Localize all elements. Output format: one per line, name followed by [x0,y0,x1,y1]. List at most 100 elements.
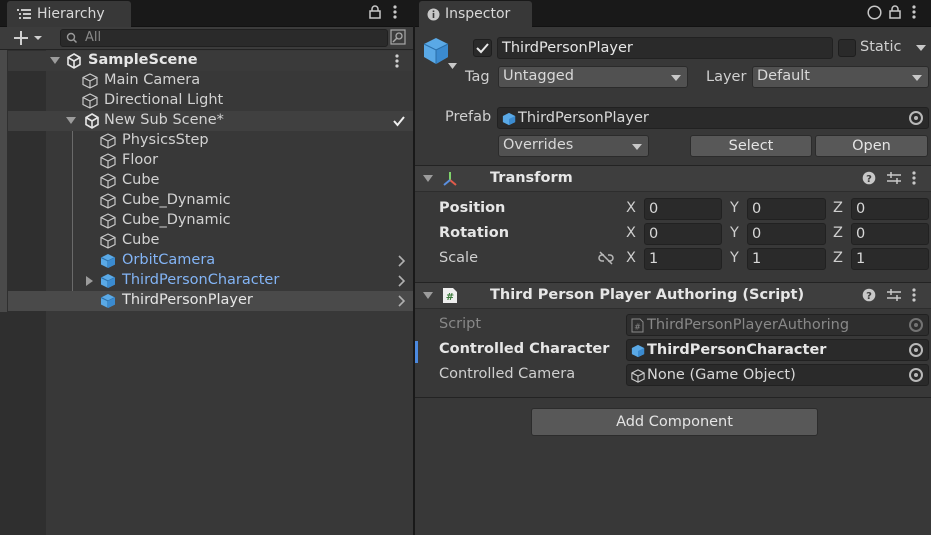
scale-y-value: 1 [752,251,762,267]
object-picker-icon[interactable] [909,343,923,357]
tab-inspector[interactable]: Inspector [419,1,532,27]
list-item[interactable]: PhysicsStep [8,131,413,151]
object-picker-icon[interactable] [909,368,923,382]
constrain-proportions-link-icon[interactable] [598,251,614,265]
position-x-field[interactable]: 0 [644,198,722,220]
chevron-right-icon[interactable] [398,275,405,287]
list-item[interactable]: Cube [8,231,413,251]
object-picker-icon[interactable] [909,111,923,125]
select-button[interactable]: Select [690,135,812,157]
axis-y-label: Y [730,250,739,266]
unity-subscene-icon [84,113,100,129]
open-button[interactable]: Open [815,135,928,157]
rotation-y-field[interactable]: 0 [747,223,826,245]
scale-y-field[interactable]: 1 [747,248,826,270]
controlled-character-value: ThirdPersonCharacter [647,342,827,358]
prefab-cube-icon [100,293,116,309]
prefab-cube-icon [100,253,116,269]
lock-icon[interactable] [369,5,381,19]
checkmark-icon [476,43,489,54]
prefab-value: ThirdPersonPlayer [518,110,649,126]
foldout-open-icon[interactable] [50,57,60,65]
chevron-down-icon [632,144,642,150]
list-item[interactable]: Floor [8,151,413,171]
script-component-header[interactable]: # Third Person Player Authoring (Script)… [415,282,931,309]
scene-more-icon[interactable] [395,54,399,68]
more-menu-icon[interactable] [912,5,916,19]
more-menu-icon[interactable] [393,5,397,19]
item-label: Cube [122,172,160,188]
static-label: Static [860,39,902,55]
csharp-script-icon: # [631,318,644,333]
controlled-character-field[interactable]: ThirdPersonCharacter [626,339,929,361]
add-component-button[interactable]: Add Component [531,408,818,436]
scene-row-samplescene[interactable]: SampleScene [8,51,413,71]
object-name-field[interactable]: ThirdPersonPlayer [497,37,833,59]
list-item[interactable]: Cube_Dynamic [8,191,413,211]
active-checkbox[interactable] [473,39,492,57]
scale-x-field[interactable]: 1 [644,248,722,270]
subscene-row[interactable]: New Sub Scene* [8,111,413,131]
list-item[interactable]: Cube_Dynamic [8,211,413,231]
list-item-prefab[interactable]: ThirdPersonCharacter [8,271,413,291]
rotation-z-field[interactable]: 0 [851,223,929,245]
svg-text:#: # [446,292,454,303]
list-item[interactable]: Main Camera [8,71,413,91]
item-label: OrbitCamera [122,252,216,268]
foldout-open-icon[interactable] [66,117,76,125]
list-item-prefab[interactable]: OrbitCamera [8,251,413,271]
list-item[interactable]: Directional Light [8,91,413,111]
subscene-checkmark-icon[interactable] [392,114,406,128]
static-dropdown-caret-icon[interactable] [916,45,926,51]
info-icon [427,8,440,21]
overrides-label: Overrides [503,137,574,153]
preset-sliders-icon[interactable] [886,171,902,185]
gameobject-cube-icon [82,93,98,109]
scale-z-field[interactable]: 1 [851,248,929,270]
prefab-label: Prefab [445,109,492,125]
prefab-asset-field[interactable]: ThirdPersonPlayer [497,107,929,129]
component-more-icon[interactable] [912,288,916,302]
hierarchy-search-input[interactable]: All [60,29,388,47]
controlled-camera-field[interactable]: None (Game Object) [626,364,929,386]
position-z-value: 0 [856,201,866,217]
add-plus-icon[interactable] [14,31,42,45]
foldout-closed-icon[interactable] [86,276,94,286]
transform-header[interactable]: Transform ? [415,165,931,192]
foldout-open-icon[interactable] [423,175,433,183]
rotation-x-field[interactable]: 0 [644,223,722,245]
prefab-large-icon[interactable] [423,37,449,65]
static-checkbox[interactable] [838,39,856,57]
debug-mode-icon[interactable] [867,5,882,20]
hierarchy-left-strip [0,50,7,312]
layer-dropdown[interactable]: Default [752,66,929,88]
inspector-tab-label: Inspector [445,6,511,22]
controlled-camera-label: Controlled Camera [439,366,576,382]
help-icon[interactable]: ? [862,288,876,302]
hierarchy-tab-label: Hierarchy [37,6,105,22]
object-picker-icon [909,318,923,332]
lock-icon[interactable] [889,5,901,19]
tab-hierarchy[interactable]: Hierarchy [7,1,131,27]
item-label: ThirdPersonCharacter [122,272,280,288]
list-item-prefab-selected[interactable]: ThirdPersonPlayer [8,291,413,311]
icon-dropdown-caret-icon[interactable] [448,63,457,69]
scale-label: Scale [439,250,479,266]
svg-text:#: # [634,323,641,332]
foldout-open-icon[interactable] [423,292,433,300]
search-by-type-icon[interactable] [390,29,406,45]
item-label: Directional Light [104,92,224,108]
item-label: PhysicsStep [122,132,209,148]
list-item[interactable]: Cube [8,171,413,191]
help-icon[interactable]: ? [862,171,876,185]
preset-sliders-icon[interactable] [886,288,902,302]
chevron-right-icon[interactable] [398,255,405,267]
gameobject-cube-icon [100,173,116,189]
component-more-icon[interactable] [912,171,916,185]
chevron-right-icon[interactable] [398,295,405,307]
position-z-field[interactable]: 0 [851,198,929,220]
tag-dropdown[interactable]: Untagged [498,66,688,88]
position-y-field[interactable]: 0 [747,198,826,220]
overrides-dropdown[interactable]: Overrides [498,135,649,157]
item-label: Cube [122,232,160,248]
